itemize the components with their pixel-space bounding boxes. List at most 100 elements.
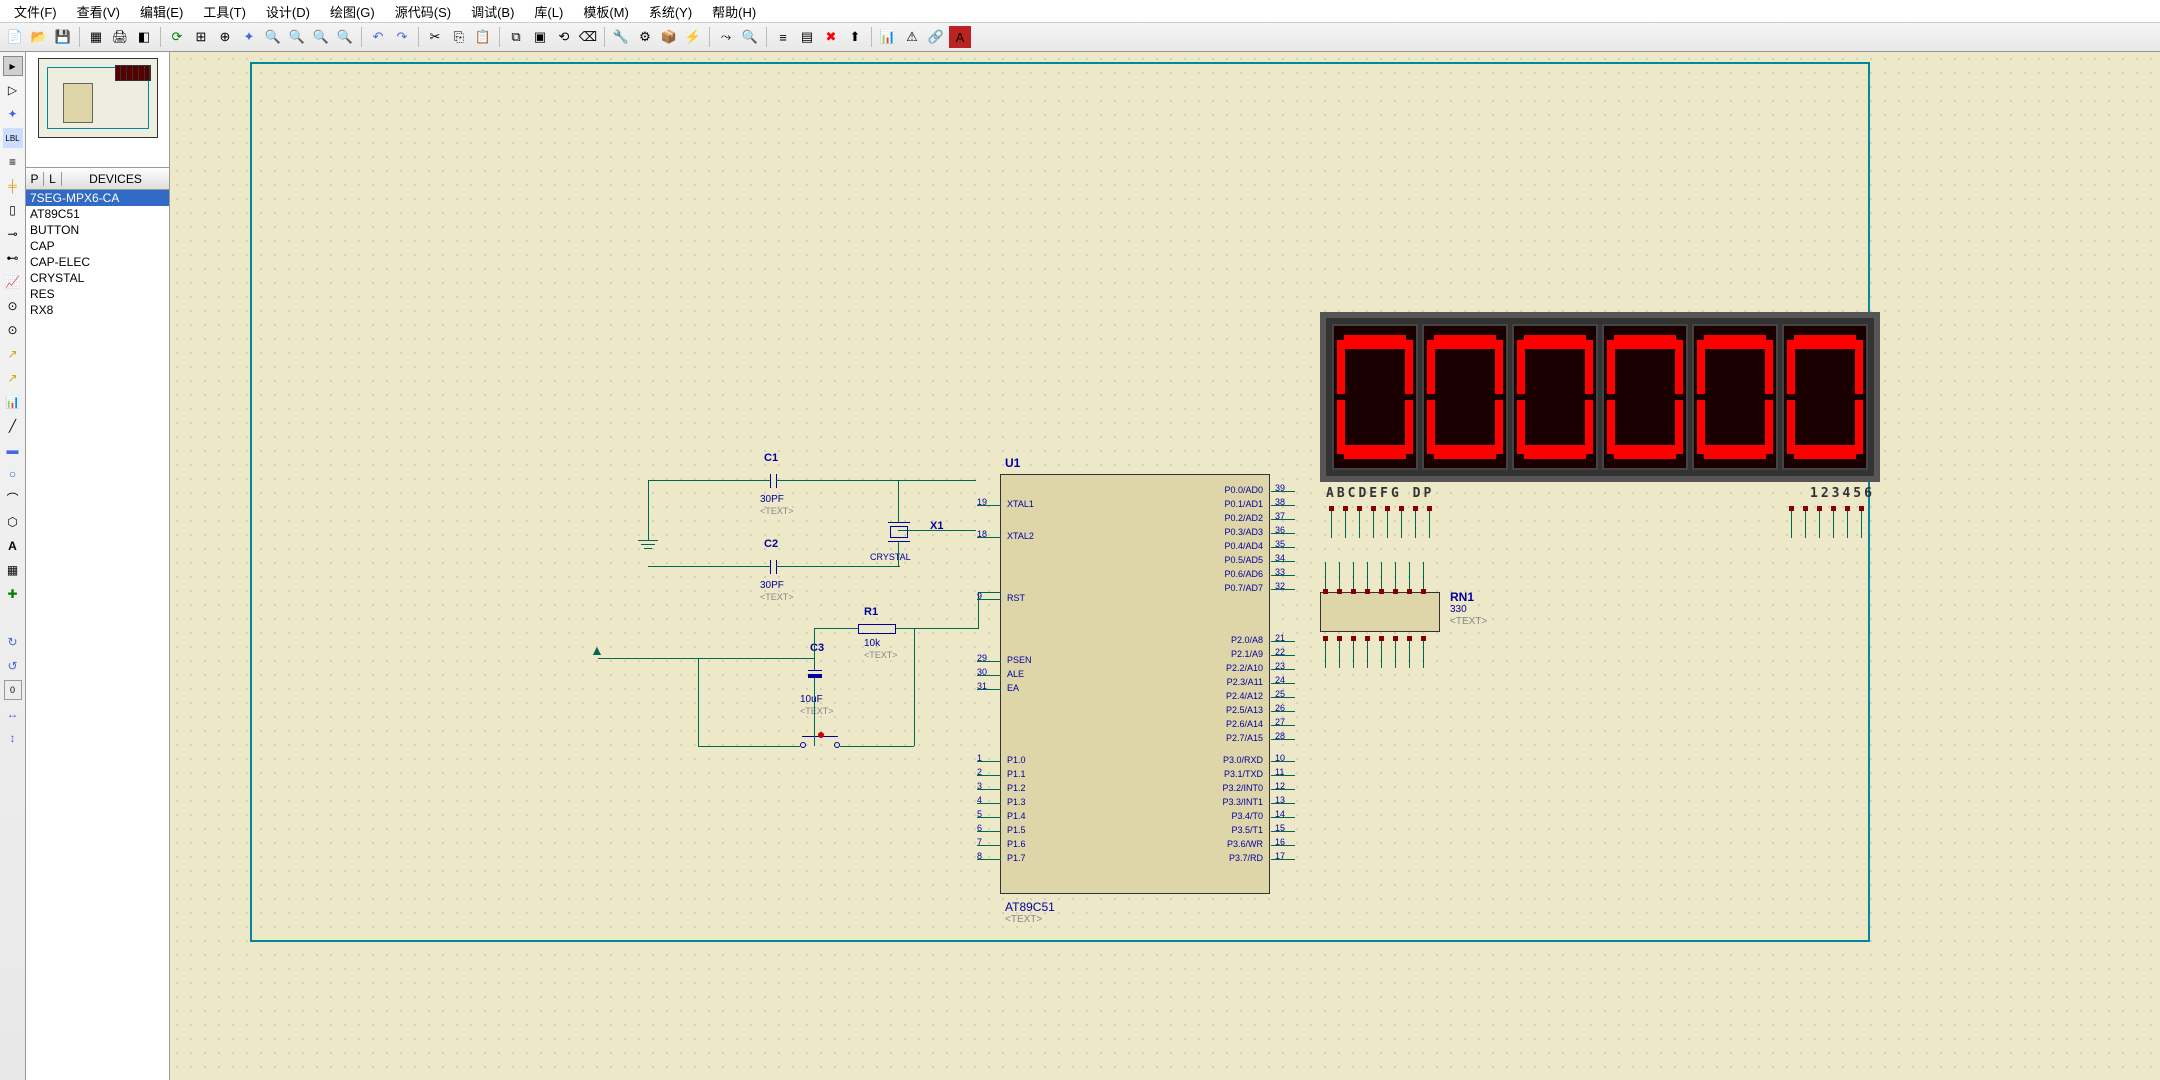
flip-v-icon[interactable]: ↕ xyxy=(3,728,23,748)
block-rotate-button[interactable]: ⟲ xyxy=(553,26,575,48)
package-button[interactable]: 📦 xyxy=(658,26,680,48)
refresh-button[interactable]: ⟳ xyxy=(166,26,188,48)
capacitor-c1[interactable] xyxy=(756,472,796,490)
rotate-cw-icon[interactable]: ↻ xyxy=(3,632,23,652)
rotate-ccw-icon[interactable]: ↺ xyxy=(3,656,23,676)
pick-button[interactable]: 🔧 xyxy=(610,26,632,48)
crystal-x1[interactable] xyxy=(880,514,920,550)
block-delete-button[interactable]: ⌫ xyxy=(577,26,599,48)
device-item[interactable]: AT89C51 xyxy=(26,206,169,222)
remove-sheet-button[interactable]: ✖ xyxy=(820,26,842,48)
text-2d-icon[interactable]: A xyxy=(3,536,23,556)
menu-system[interactable]: 系统(Y) xyxy=(639,0,702,23)
r1-ref: R1 xyxy=(864,606,878,618)
library-button[interactable]: L xyxy=(44,172,62,186)
new-sheet-button[interactable]: ▤ xyxy=(796,26,818,48)
decompose-button[interactable]: ⚡ xyxy=(682,26,704,48)
marker-mode-icon[interactable]: ✚ xyxy=(3,584,23,604)
generator-mode-icon[interactable]: ⊙ xyxy=(3,320,23,340)
menu-view[interactable]: 查看(V) xyxy=(67,0,130,23)
device-item[interactable]: CRYSTAL xyxy=(26,270,169,286)
device-item[interactable]: CAP-ELEC xyxy=(26,254,169,270)
block-move-button[interactable]: ▣ xyxy=(529,26,551,48)
erc-button[interactable]: ⚠ xyxy=(901,26,923,48)
pick-parts-button[interactable]: P xyxy=(26,172,44,186)
flip-h-icon[interactable]: ↔ xyxy=(3,704,23,724)
instrument-mode-icon[interactable]: 📊 xyxy=(3,392,23,412)
menu-source[interactable]: 源代码(S) xyxy=(385,0,461,23)
zoom-out-button[interactable]: 🔍 xyxy=(286,26,308,48)
cut-button[interactable]: ✂ xyxy=(424,26,446,48)
line-mode-icon[interactable]: ╱ xyxy=(3,416,23,436)
open-button[interactable]: 📂 xyxy=(28,26,50,48)
symbol-mode-icon[interactable]: ▦ xyxy=(3,560,23,580)
device-item[interactable]: RX8 xyxy=(26,302,169,318)
make-button[interactable]: ⚙ xyxy=(634,26,656,48)
paste-button[interactable]: 📋 xyxy=(472,26,494,48)
bom-button[interactable]: 📊 xyxy=(877,26,899,48)
angle-input[interactable]: 0 xyxy=(4,680,22,700)
device-item[interactable]: CAP xyxy=(26,238,169,254)
mcu-at89c51[interactable]: XTAL119XTAL218RST9PSEN29ALE30EA31P1.01P1… xyxy=(1000,474,1270,894)
menu-edit[interactable]: 编辑(E) xyxy=(130,0,193,23)
box-mode-icon[interactable]: ▬ xyxy=(3,440,23,460)
button-sw[interactable] xyxy=(780,732,860,752)
current-probe-icon[interactable]: ↗ xyxy=(3,368,23,388)
print-button[interactable]: 🖨 xyxy=(109,26,131,48)
copy-button[interactable]: ⎘ xyxy=(448,26,470,48)
zoom-area-button[interactable]: 🔍 xyxy=(334,26,356,48)
selection-mode-icon[interactable]: ▸ xyxy=(3,56,23,76)
zoom-in-button[interactable]: 🔍 xyxy=(262,26,284,48)
terminal-mode-icon[interactable]: ⊸ xyxy=(3,224,23,244)
grid-button[interactable]: ⊞ xyxy=(190,26,212,48)
capacitor-c2[interactable] xyxy=(756,558,796,576)
capacitor-c3[interactable] xyxy=(806,660,826,692)
menu-design[interactable]: 设计(D) xyxy=(256,0,320,23)
origin-button[interactable]: ⊕ xyxy=(214,26,236,48)
label-mode-icon[interactable]: LBL xyxy=(3,128,23,148)
menu-template[interactable]: 模板(M) xyxy=(573,0,639,23)
print-area-button[interactable]: ▦ xyxy=(85,26,107,48)
component-mode-icon[interactable]: ▷ xyxy=(3,80,23,100)
menu-tool[interactable]: 工具(T) xyxy=(193,0,256,23)
exit-parent-button[interactable]: ⬆ xyxy=(844,26,866,48)
device-item[interactable]: RES xyxy=(26,286,169,302)
menu-draw[interactable]: 绘图(G) xyxy=(320,0,385,23)
resistor-network-rn1[interactable] xyxy=(1320,592,1440,632)
new-button[interactable]: 📄 xyxy=(4,26,26,48)
ares-button[interactable]: A xyxy=(949,26,971,48)
block-copy-button[interactable]: ⧉ xyxy=(505,26,527,48)
path-mode-icon[interactable]: ⬡ xyxy=(3,512,23,532)
seven-seg-display[interactable] xyxy=(1320,312,1880,482)
wire-autoroute-button[interactable]: ⤳ xyxy=(715,26,737,48)
device-item[interactable]: BUTTON xyxy=(26,222,169,238)
search-button[interactable]: 🔍 xyxy=(739,26,761,48)
schematic-canvas[interactable]: C1 30PF <TEXT> C2 30PF <TEXT> X1 CRYSTA xyxy=(170,52,2160,1080)
pin-mode-icon[interactable]: ⊷ xyxy=(3,248,23,268)
circle-mode-icon[interactable]: ○ xyxy=(3,464,23,484)
junction-mode-icon[interactable]: ✦ xyxy=(3,104,23,124)
text-mode-icon[interactable]: ≡ xyxy=(3,152,23,172)
arc-mode-icon[interactable]: ⌒ xyxy=(3,488,23,508)
mark-area-button[interactable]: ◧ xyxy=(133,26,155,48)
save-button[interactable]: 💾 xyxy=(52,26,74,48)
graph-mode-icon[interactable]: 📈 xyxy=(3,272,23,292)
center-button[interactable]: ✦ xyxy=(238,26,260,48)
bus-mode-icon[interactable]: ╪ xyxy=(3,176,23,196)
redo-button[interactable]: ↷ xyxy=(391,26,413,48)
undo-button[interactable]: ↶ xyxy=(367,26,389,48)
device-list[interactable]: 7SEG-MPX6-CAAT89C51BUTTONCAPCAP-ELECCRYS… xyxy=(26,190,169,1080)
menu-debug[interactable]: 调试(B) xyxy=(461,0,524,23)
tape-mode-icon[interactable]: ⊙ xyxy=(3,296,23,316)
menu-lib[interactable]: 库(L) xyxy=(524,0,573,23)
property-button[interactable]: ≡ xyxy=(772,26,794,48)
voltage-probe-icon[interactable]: ↗ xyxy=(3,344,23,364)
device-item[interactable]: 7SEG-MPX6-CA xyxy=(26,190,169,206)
zoom-all-button[interactable]: 🔍 xyxy=(310,26,332,48)
menu-help[interactable]: 帮助(H) xyxy=(702,0,766,23)
menu-file[interactable]: 文件(F) xyxy=(4,0,67,23)
resistor-r1[interactable] xyxy=(846,622,908,636)
netlist-button[interactable]: 🔗 xyxy=(925,26,947,48)
overview-window[interactable] xyxy=(26,52,169,168)
subcircuit-mode-icon[interactable]: ▯ xyxy=(3,200,23,220)
